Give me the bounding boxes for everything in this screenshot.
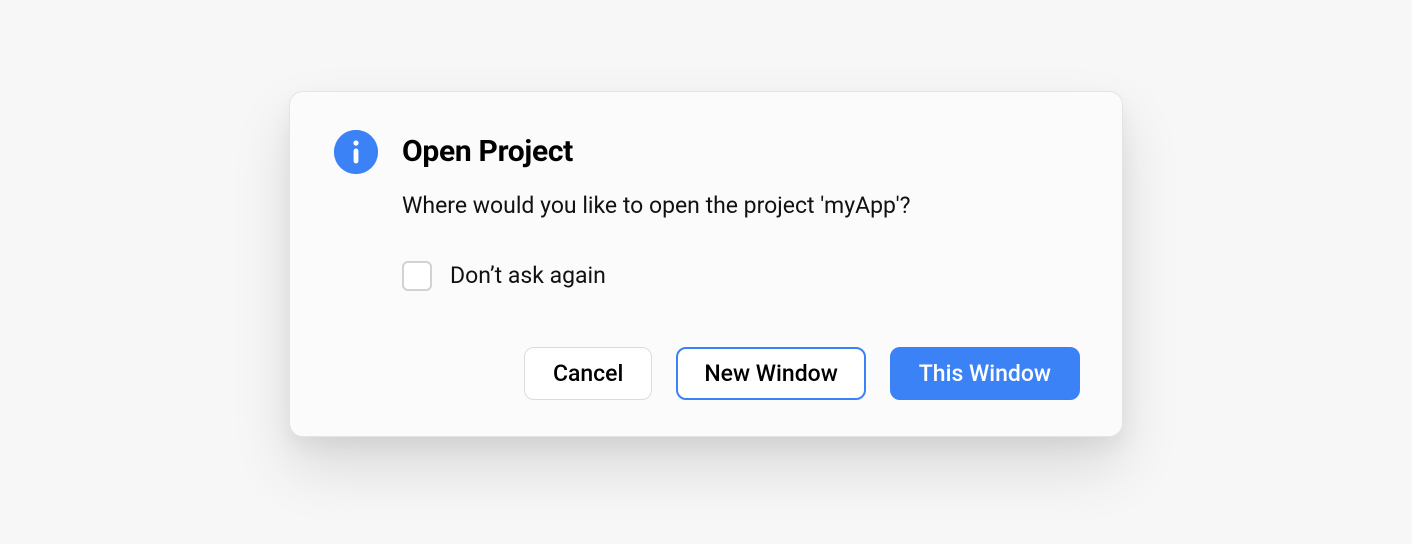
new-window-button[interactable]: New Window — [676, 347, 865, 401]
cancel-button[interactable]: Cancel — [524, 347, 652, 401]
info-icon — [334, 130, 378, 174]
this-window-button[interactable]: This Window — [890, 347, 1080, 401]
dialog-title: Open Project — [402, 134, 573, 169]
dont-ask-again-label: Don’t ask again — [450, 262, 606, 289]
dialog-body: Where would you like to open the project… — [402, 192, 1078, 291]
dialog-actions: Cancel New Window This Window — [334, 347, 1080, 401]
dont-ask-again-row: Don’t ask again — [402, 261, 1078, 291]
open-project-dialog: Open Project Where would you like to ope… — [289, 91, 1123, 438]
dialog-message: Where would you like to open the project… — [402, 192, 1078, 219]
dialog-header: Open Project — [334, 130, 1078, 174]
dont-ask-again-checkbox[interactable] — [402, 261, 432, 291]
